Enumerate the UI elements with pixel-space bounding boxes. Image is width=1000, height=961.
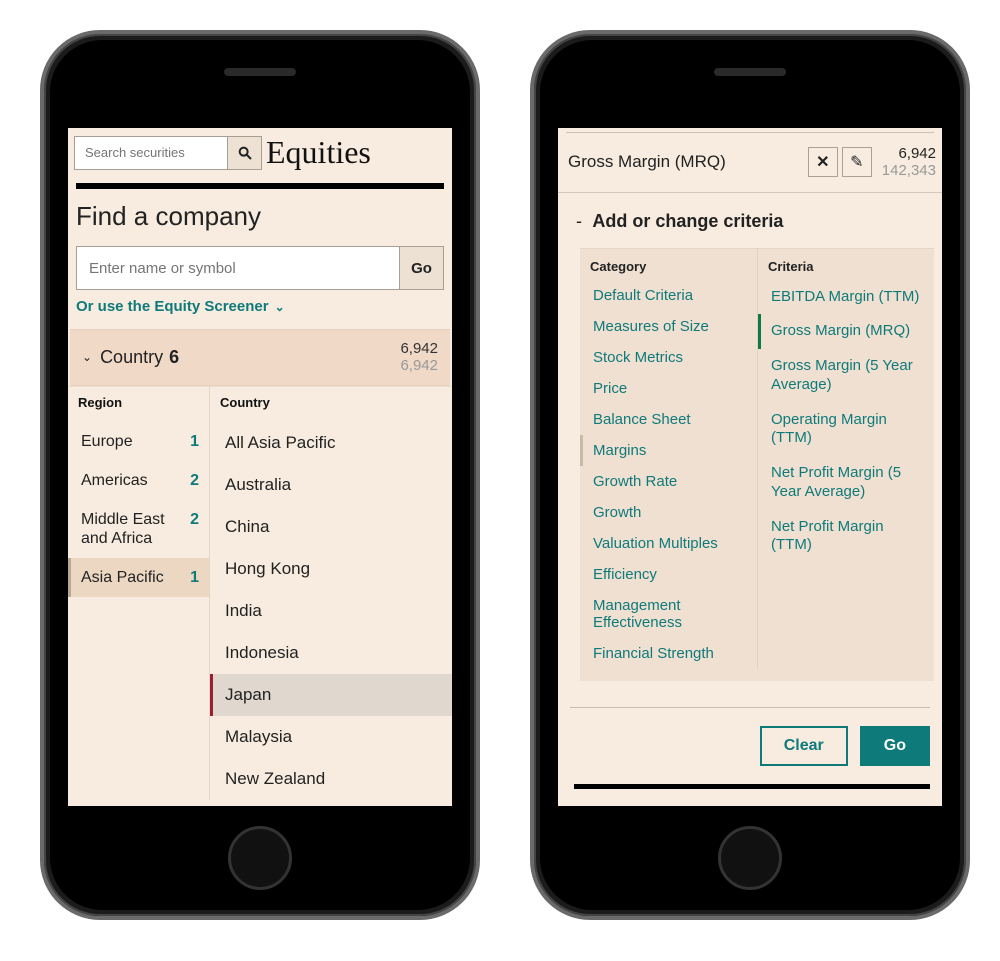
criteria-list-header: Criteria — [758, 249, 934, 280]
search-securities[interactable] — [74, 136, 262, 170]
category-item[interactable]: Price — [580, 373, 757, 404]
criteria-item[interactable]: Net Profit Margin (TTM) — [758, 510, 934, 564]
equity-screener-label: Or use the Equity Screener — [76, 298, 269, 315]
region-item[interactable]: Middle East and Africa2 — [68, 500, 209, 558]
region-label: Middle East and Africa — [81, 510, 190, 548]
criteria-item[interactable]: EBITDA Margin (TTM) — [758, 280, 934, 315]
divider — [574, 784, 930, 789]
accordion-count: 6 — [169, 347, 179, 368]
add-change-criteria[interactable]: - Add or change criteria — [558, 193, 942, 244]
criteria-row: Gross Margin (MRQ) ✕ ✎ 6,942 142,343 — [558, 133, 942, 193]
pencil-icon: ✎ — [850, 152, 863, 172]
country-accordion[interactable]: ⌄ Country 6 6,942 6,942 — [70, 329, 450, 386]
search-input[interactable] — [75, 137, 227, 169]
accordion-label: Country — [100, 347, 163, 368]
category-item[interactable]: Financial Strength — [580, 638, 757, 669]
country-item[interactable]: Japan — [210, 674, 452, 716]
remove-criteria-button[interactable]: ✕ — [808, 147, 838, 177]
home-button[interactable] — [718, 826, 782, 890]
region-item[interactable]: Asia Pacific 1 — [68, 558, 209, 597]
category-item[interactable]: Default Criteria — [580, 280, 757, 311]
region-label: Asia Pacific — [81, 568, 164, 587]
go-button-small[interactable]: Go — [399, 247, 443, 289]
category-item[interactable]: Growth — [580, 497, 757, 528]
region-label: Americas — [81, 471, 148, 490]
country-item[interactable]: Australia — [210, 464, 452, 506]
find-company-heading: Find a company — [68, 201, 452, 246]
page-title: Equities — [266, 134, 371, 171]
country-item[interactable]: China — [210, 506, 452, 548]
phone-speaker — [714, 68, 786, 76]
category-item[interactable]: Valuation Multiples — [580, 528, 757, 559]
add-change-label: Add or change criteria — [592, 211, 783, 231]
phone-right: Gross Margin (MRQ) ✕ ✎ 6,942 142,343 - A… — [530, 30, 970, 920]
criteria-title: Gross Margin (MRQ) — [568, 152, 804, 172]
screen-left: Equities Find a company Go Or use the Eq… — [68, 128, 452, 806]
find-company-input[interactable] — [77, 247, 399, 289]
region-header: Region — [68, 387, 209, 422]
region-item[interactable]: Americas 2 — [68, 461, 209, 500]
criteria-item[interactable]: Gross Margin (5 Year Average) — [758, 349, 934, 403]
category-item[interactable]: Efficiency — [580, 559, 757, 590]
criteria-item[interactable]: Gross Margin (MRQ) — [758, 314, 934, 349]
chevron-down-icon: ⌄ — [82, 350, 92, 364]
chevron-down-icon: ⌄ — [275, 300, 285, 314]
category-header: Category — [580, 249, 757, 280]
category-item[interactable]: Stock Metrics — [580, 342, 757, 373]
country-item[interactable]: India — [210, 590, 452, 632]
edit-criteria-button[interactable]: ✎ — [842, 147, 872, 177]
screen-right: Gross Margin (MRQ) ✕ ✎ 6,942 142,343 - A… — [558, 128, 942, 806]
category-item[interactable]: Margins — [580, 435, 757, 466]
category-item[interactable]: Management Effectiveness — [580, 590, 757, 638]
phone-speaker — [224, 68, 296, 76]
region-count: 2 — [190, 510, 199, 529]
divider — [76, 183, 444, 189]
search-icon[interactable] — [227, 137, 261, 169]
criteria-item[interactable]: Operating Margin (TTM) — [758, 403, 934, 457]
region-count: 2 — [190, 471, 199, 490]
clear-button[interactable]: Clear — [760, 726, 848, 766]
criteria-num-top: 6,942 — [882, 145, 936, 162]
criteria-item[interactable]: Net Profit Margin (5 Year Average) — [758, 456, 934, 510]
category-item[interactable]: Growth Rate — [580, 466, 757, 497]
region-count: 1 — [190, 568, 199, 587]
region-count: 1 — [190, 432, 199, 451]
country-header: Country — [210, 387, 452, 422]
region-item[interactable]: Europe 1 — [68, 422, 209, 461]
category-item[interactable]: Measures of Size — [580, 311, 757, 342]
find-company-input-row: Go — [76, 246, 444, 290]
phone-left: Equities Find a company Go Or use the Eq… — [40, 30, 480, 920]
accordion-num-bottom: 6,942 — [400, 357, 438, 374]
home-button[interactable] — [228, 826, 292, 890]
go-button[interactable]: Go — [860, 726, 930, 766]
minus-icon: - — [576, 211, 582, 231]
country-item[interactable]: Indonesia — [210, 632, 452, 674]
country-item[interactable]: Malaysia — [210, 716, 452, 758]
accordion-num-top: 6,942 — [400, 340, 438, 357]
region-label: Europe — [81, 432, 133, 451]
criteria-num-bottom: 142,343 — [882, 162, 936, 179]
close-icon: ✕ — [816, 152, 829, 172]
category-item[interactable]: Balance Sheet — [580, 404, 757, 435]
country-item[interactable]: All Asia Pacific — [210, 422, 452, 464]
divider — [570, 707, 930, 708]
country-item[interactable]: Hong Kong — [210, 548, 452, 590]
country-item[interactable]: New Zealand — [210, 758, 452, 800]
equity-screener-link[interactable]: Or use the Equity Screener ⌄ — [68, 298, 452, 315]
